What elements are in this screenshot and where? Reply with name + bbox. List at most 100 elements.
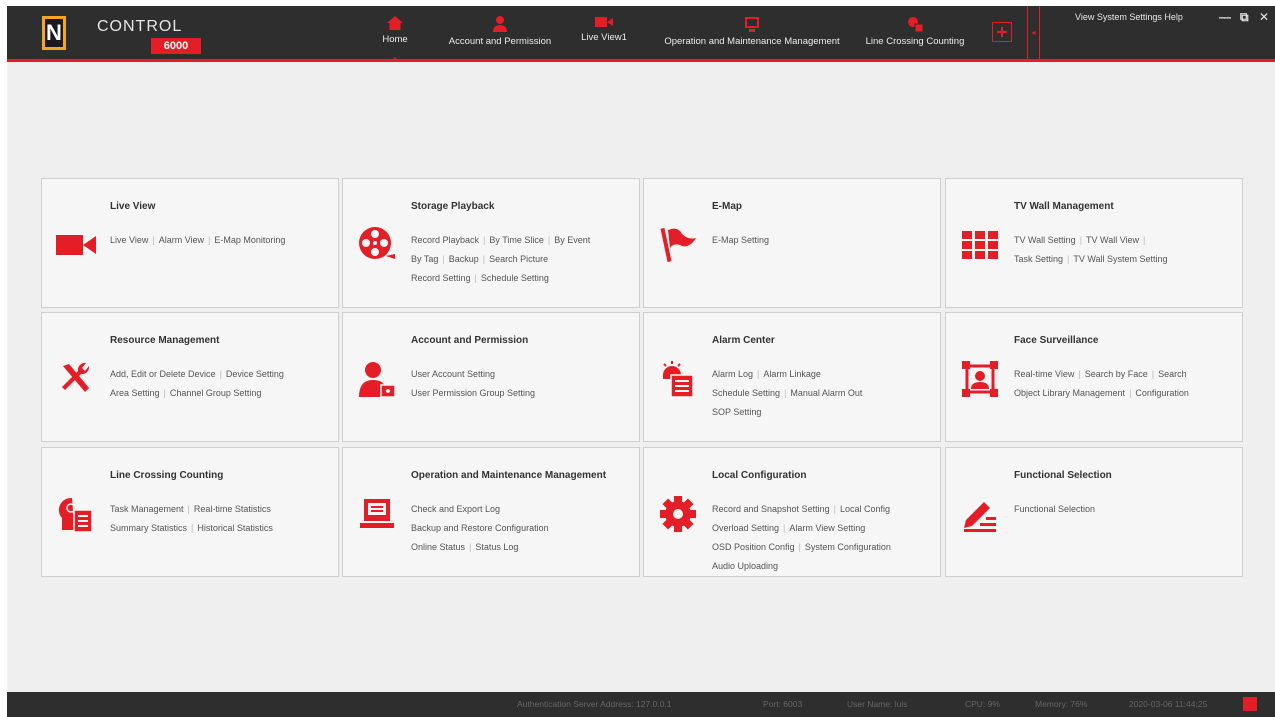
link-by-event[interactable]: By Event [554, 235, 590, 245]
edit-list-icon [958, 492, 1002, 536]
title-bar-accent-line [7, 59, 1275, 62]
link-alarm-view[interactable]: Alarm View [159, 235, 204, 245]
card-line-crossing-counting[interactable]: Line Crossing Counting Task Management | R… [41, 447, 339, 577]
title-bar: N CONTROL 6000 Home Account and Permissi… [7, 6, 1275, 62]
link-user-permission-group-setting[interactable]: User Permission Group Setting [411, 388, 535, 398]
link-search-picture[interactable]: Search Picture [489, 254, 548, 264]
card-local-configuration[interactable]: Local Configuration Record and Snapshot … [643, 447, 941, 577]
status-datetime: 2020-03-06 11:44:25 [1129, 699, 1208, 709]
link-tv-wall-system-setting[interactable]: TV Wall System Setting [1073, 254, 1167, 264]
gear-icon [656, 492, 700, 536]
link-configuration[interactable]: Configuration [1135, 388, 1189, 398]
card-title: Local Configuration [712, 470, 807, 481]
film-reel-icon [355, 223, 399, 267]
link-schedule-setting[interactable]: Schedule Setting [712, 388, 780, 398]
head-report-icon [54, 492, 98, 536]
link-audio-uploading[interactable]: Audio Uploading [712, 561, 778, 571]
link-emap-setting[interactable]: E-Map Setting [712, 235, 769, 245]
link-backup-restore-configuration[interactable]: Backup and Restore Configuration [411, 523, 549, 533]
nav-tab-label: Line Crossing Counting [865, 36, 965, 47]
card-links: User Account Setting User Permission Gro… [411, 365, 633, 403]
minimize-icon[interactable]: — [1219, 10, 1231, 24]
card-storage-playback[interactable]: Storage Playback Record Playback | By Time… [342, 178, 640, 308]
link-osd-position-config[interactable]: OSD Position Config [712, 542, 795, 552]
card-alarm-center[interactable]: Alarm Center Alarm Log | Alarm Linkage Sch… [643, 312, 941, 442]
nav-tab-operation-maintenance[interactable]: Operation and Maintenance Management [649, 16, 855, 60]
card-account-permission[interactable]: Account and Permission User Account Sett… [342, 312, 640, 442]
card-face-surveillance[interactable]: Face Surveillance Real-time View | Search … [945, 312, 1243, 442]
card-links: Record and Snapshot Setting | Local Config… [712, 504, 891, 571]
restore-icon[interactable]: ⧉ [1240, 10, 1249, 25]
card-links: Check and Export Log Backup and Restore … [411, 504, 549, 552]
link-summary-statistics[interactable]: Summary Statistics [110, 523, 187, 533]
link-record-playback[interactable]: Record Playback [411, 235, 479, 245]
link-by-tag[interactable]: By Tag [411, 254, 438, 264]
link-area-setting[interactable]: Area Setting [110, 388, 160, 398]
link-online-status[interactable]: Online Status [411, 542, 465, 552]
card-links: TV Wall Setting | TV Wall View | Task Setti… [1014, 235, 1168, 264]
monitor-icon [745, 17, 759, 32]
card-resource-management[interactable]: Resource Management Add, Edit or Delete … [41, 312, 339, 442]
link-search[interactable]: Search [1158, 369, 1187, 379]
top-menu[interactable]: View System Settings Help [1075, 12, 1183, 22]
link-status-log[interactable]: Status Log [475, 542, 518, 552]
link-backup[interactable]: Backup [449, 254, 479, 264]
link-alarm-linkage[interactable]: Alarm Linkage [763, 369, 821, 379]
card-title: Alarm Center [712, 335, 775, 346]
nav-tab-live-view1[interactable]: Live View1 [578, 16, 630, 60]
close-icon[interactable]: ✕ [1259, 10, 1269, 24]
status-user: User Name: luis [847, 699, 908, 709]
link-sop-setting[interactable]: SOP Setting [712, 407, 761, 417]
status-port: Port: 6003 [763, 699, 803, 709]
video-camera-icon [54, 223, 98, 267]
card-links: Task Management | Real-time Statistics Sum… [110, 504, 273, 533]
link-emap-monitoring[interactable]: E-Map Monitoring [214, 235, 285, 245]
link-user-account-setting[interactable]: User Account Setting [411, 369, 495, 379]
link-functional-selection[interactable]: Functional Selection [1014, 504, 1095, 514]
nav-tab-line-crossing[interactable]: Line Crossing Counting [859, 16, 971, 60]
nav-tab-label: Live View1 [581, 32, 627, 43]
link-alarm-log[interactable]: Alarm Log [712, 369, 753, 379]
nav-tab-home[interactable]: Home [379, 16, 411, 62]
link-historical-statistics[interactable]: Historical Statistics [197, 523, 273, 533]
link-real-time-view[interactable]: Real-time View [1014, 369, 1074, 379]
link-record-setting[interactable]: Record Setting [411, 273, 471, 283]
alarm-indicator-icon[interactable] [1243, 697, 1257, 711]
card-live-view[interactable]: Live View Live View | Alarm View | E-Map Mon… [41, 178, 339, 308]
link-add-edit-delete-device[interactable]: Add, Edit or Delete Device [110, 369, 216, 379]
link-tv-wall-setting[interactable]: TV Wall Setting [1014, 235, 1076, 245]
nav-tab-label: Home [382, 34, 408, 45]
card-emap[interactable]: E-Map E-Map Setting [643, 178, 941, 308]
link-alarm-view-setting[interactable]: Alarm View Setting [789, 523, 865, 533]
home-icon [387, 16, 403, 30]
card-tv-wall-management[interactable]: TV Wall Management TV Wall Setting | TV Wa… [945, 178, 1243, 308]
add-tab-button[interactable] [992, 22, 1012, 42]
logo-badge: 6000 [151, 38, 201, 54]
link-manual-alarm-out[interactable]: Manual Alarm Out [790, 388, 862, 398]
link-search-by-face[interactable]: Search by Face [1085, 369, 1148, 379]
link-tv-wall-view[interactable]: TV Wall View [1086, 235, 1139, 245]
link-local-config[interactable]: Local Config [840, 504, 890, 514]
link-check-export-log[interactable]: Check and Export Log [411, 504, 500, 514]
link-live-view[interactable]: Live View [110, 235, 148, 245]
link-overload-setting[interactable]: Overload Setting [712, 523, 779, 533]
link-real-time-statistics[interactable]: Real-time Statistics [194, 504, 271, 514]
status-bar: Authentication Server Address: 127.0.0.1… [7, 692, 1275, 717]
card-links: E-Map Setting [712, 231, 934, 250]
card-operation-maintenance[interactable]: Operation and Maintenance Management Che… [342, 447, 640, 577]
tab-scroll-button[interactable]: ◂ [1027, 6, 1040, 60]
link-task-management[interactable]: Task Management [110, 504, 184, 514]
link-by-time-slice[interactable]: By Time Slice [489, 235, 544, 245]
card-title: TV Wall Management [1014, 201, 1114, 212]
link-system-configuration[interactable]: System Configuration [805, 542, 891, 552]
card-links: Real-time View | Search by Face | Search Obj… [1014, 369, 1189, 398]
link-object-library-management[interactable]: Object Library Management [1014, 388, 1125, 398]
nav-tab-account-permission[interactable]: Account and Permission [440, 16, 560, 60]
card-functional-selection[interactable]: Functional Selection Functional Selectio… [945, 447, 1243, 577]
link-task-setting[interactable]: Task Setting [1014, 254, 1063, 264]
link-record-snapshot-setting[interactable]: Record and Snapshot Setting [712, 504, 830, 514]
link-device-setting[interactable]: Device Setting [226, 369, 284, 379]
link-channel-group-setting[interactable]: Channel Group Setting [170, 388, 262, 398]
link-schedule-setting[interactable]: Schedule Setting [481, 273, 549, 283]
logo-text: CONTROL [97, 18, 183, 35]
